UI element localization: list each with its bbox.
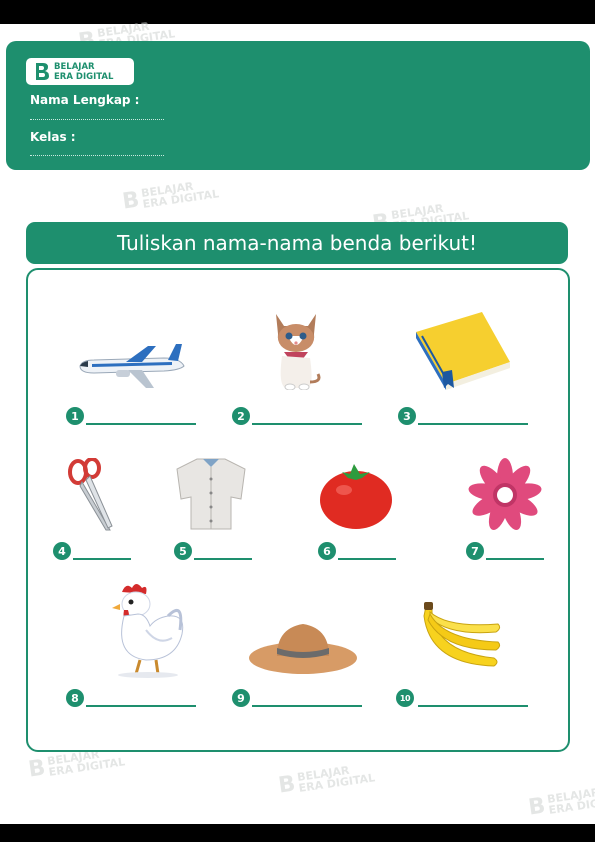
watermark: BBELAJARERA DIGITAL: [526, 785, 595, 821]
banana-icon: [423, 602, 501, 667]
answer-line[interactable]: [338, 558, 396, 560]
answer-line[interactable]: [486, 558, 544, 560]
student-info-header: BELAJAR ERA DIGITAL Nama Lengkap : Kelas …: [6, 41, 590, 170]
logo-icon: [36, 63, 49, 80]
item-number: 8: [66, 689, 84, 707]
tomato-icon: [320, 464, 392, 529]
class-input-line[interactable]: [30, 155, 164, 156]
flower-icon: [468, 458, 542, 530]
class-label: Kelas :: [30, 130, 76, 144]
cat-icon: [276, 314, 321, 390]
watermark: BBELAJARERA DIGITAL: [120, 179, 220, 215]
name-label: Nama Lengkap :: [30, 93, 140, 107]
logo-text-line2: ERA DIGITAL: [54, 72, 114, 82]
worksheet-title: Tuliskan nama-nama benda berikut!: [26, 222, 568, 264]
airplane-icon: [79, 344, 185, 388]
scissors-icon: [68, 458, 113, 531]
hat-icon: [249, 624, 357, 674]
name-input-line[interactable]: [30, 119, 164, 120]
rooster-icon: [112, 584, 184, 678]
logo: BELAJAR ERA DIGITAL: [26, 58, 134, 85]
item-number: 3: [398, 407, 416, 425]
answer-line[interactable]: [86, 705, 196, 707]
item-number: 4: [53, 542, 71, 560]
watermark: BBELAJARERA DIGITAL: [276, 763, 376, 799]
item-number: 1: [66, 407, 84, 425]
top-border: [0, 0, 595, 24]
book-icon: [416, 312, 510, 390]
item-number: 5: [174, 542, 192, 560]
item-number: 6: [318, 542, 336, 560]
item-number: 9: [232, 689, 250, 707]
answer-line[interactable]: [418, 423, 528, 425]
item-number: 2: [232, 407, 250, 425]
answer-line[interactable]: [194, 558, 252, 560]
answer-line[interactable]: [86, 423, 196, 425]
answer-line[interactable]: [252, 705, 362, 707]
answer-line[interactable]: [418, 705, 528, 707]
bottom-border: [0, 824, 595, 842]
item-number: 10: [396, 689, 414, 707]
answer-line[interactable]: [252, 423, 362, 425]
answer-line[interactable]: [73, 558, 131, 560]
shirt-icon: [176, 458, 246, 530]
item-number: 7: [466, 542, 484, 560]
logo-text-line1: BELAJAR: [54, 62, 95, 72]
